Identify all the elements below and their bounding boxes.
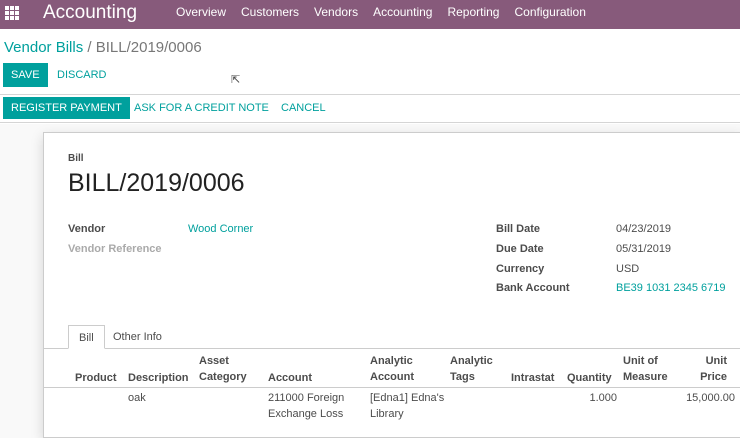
col-description[interactable]: Description <box>128 370 189 386</box>
register-payment-button[interactable]: REGISTER PAYMENT <box>3 97 130 119</box>
bill-type-label: Bill <box>68 153 84 164</box>
top-navbar: Accounting Overview Customers Vendors Ac… <box>0 0 740 29</box>
col-uom-line1[interactable]: Unit of <box>623 353 658 369</box>
bill-date-label: Bill Date <box>496 223 541 235</box>
col-uom-line2[interactable]: Measure <box>623 369 668 385</box>
menu-overview[interactable]: Overview <box>176 5 226 19</box>
col-quantity[interactable]: Quantity <box>567 370 612 386</box>
vendor-label: Vendor <box>68 223 106 235</box>
currency-label: Currency <box>496 263 545 275</box>
control-panel: Vendor Bills / BILL/2019/0006 SAVE DISCA… <box>0 29 740 95</box>
main-menu: Overview Customers Vendors Accounting Re… <box>176 5 601 19</box>
vendor-reference-label: Vendor Reference <box>68 243 162 255</box>
bank-account-label: Bank Account <box>496 282 570 294</box>
col-product[interactable]: Product <box>75 370 117 386</box>
bill-date-field[interactable]: 04/23/2019 <box>616 223 671 235</box>
row-analytic-account-line2[interactable]: Library <box>370 406 404 422</box>
col-asset-category-line2[interactable]: Category <box>199 369 247 385</box>
due-date-field[interactable]: 05/31/2019 <box>616 243 671 255</box>
menu-accounting[interactable]: Accounting <box>373 5 432 19</box>
col-analytic-tags-line1[interactable]: Analytic <box>450 353 493 369</box>
breadcrumb-vendor-bills[interactable]: Vendor Bills <box>4 39 83 56</box>
col-analytic-tags-line2[interactable]: Tags <box>450 369 475 385</box>
due-date-label: Due Date <box>496 243 544 255</box>
breadcrumb-separator: / <box>83 39 96 56</box>
col-unit-price-line2[interactable]: Price <box>680 369 727 385</box>
notebook-tabs: Bill Other Info <box>43 325 740 349</box>
col-unit-price-line1[interactable]: Unit <box>680 353 727 369</box>
menu-reporting[interactable]: Reporting <box>447 5 499 19</box>
menu-configuration[interactable]: Configuration <box>514 5 585 19</box>
save-button[interactable]: SAVE <box>3 63 48 87</box>
breadcrumb: Vendor Bills / BILL/2019/0006 <box>4 39 202 56</box>
row-unit-price[interactable]: 15,000.00 <box>665 390 735 406</box>
row-analytic-account-line1[interactable]: [Edna1] Edna's <box>370 390 444 406</box>
cancel-button[interactable]: CANCEL <box>281 97 326 119</box>
col-intrastat[interactable]: Intrastat <box>511 370 554 386</box>
col-analytic-account-line1[interactable]: Analytic <box>370 353 413 369</box>
mouse-cursor-icon: ⇱ <box>231 74 241 86</box>
bank-account-field[interactable]: BE39 1031 2345 6719 <box>616 282 726 294</box>
apps-grid-icon[interactable] <box>5 6 19 20</box>
tab-bill[interactable]: Bill <box>68 325 105 349</box>
row-description[interactable]: oak <box>128 390 146 406</box>
currency-field[interactable]: USD <box>616 263 639 275</box>
bill-title: BILL/2019/0006 <box>68 169 245 197</box>
table-header-divider <box>43 387 740 388</box>
breadcrumb-current: BILL/2019/0006 <box>95 39 202 56</box>
discard-button[interactable]: DISCARD <box>57 63 107 87</box>
vendor-field[interactable]: Wood Corner <box>188 223 253 235</box>
row-account-line1[interactable]: 211000 Foreign <box>268 390 344 406</box>
col-asset-category-line1[interactable]: Asset <box>199 353 229 369</box>
tab-other-info[interactable]: Other Info <box>103 325 172 349</box>
statusbar: REGISTER PAYMENT ASK FOR A CREDIT NOTE C… <box>0 96 740 123</box>
app-title: Accounting <box>43 2 138 23</box>
menu-customers[interactable]: Customers <box>241 5 299 19</box>
credit-note-button[interactable]: ASK FOR A CREDIT NOTE <box>134 97 269 119</box>
vendor-reference-field[interactable] <box>188 241 388 257</box>
col-account[interactable]: Account <box>268 370 312 386</box>
row-quantity[interactable]: 1.000 <box>560 390 617 406</box>
menu-vendors[interactable]: Vendors <box>314 5 358 19</box>
row-account-line2[interactable]: Exchange Loss <box>268 406 343 422</box>
col-analytic-account-line2[interactable]: Account <box>370 369 414 385</box>
